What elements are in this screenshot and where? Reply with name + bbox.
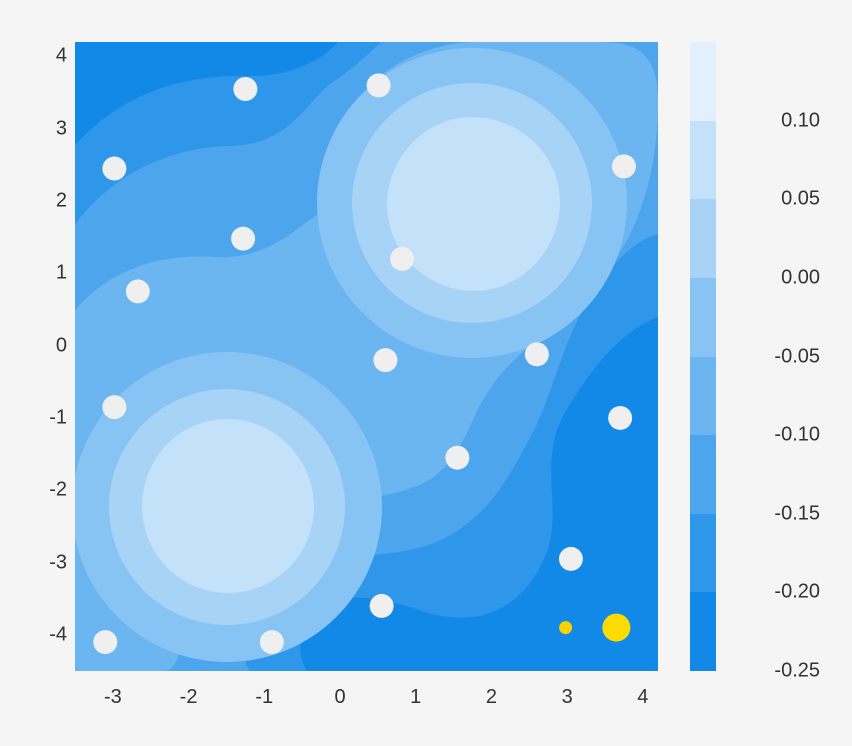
scatter-point xyxy=(367,73,391,97)
scatter-point xyxy=(445,446,469,470)
x-tick-label: -1 xyxy=(239,686,289,709)
colorbar xyxy=(690,42,716,671)
x-tick-label: 4 xyxy=(618,686,668,709)
colorbar-tick-label: -0.10 xyxy=(730,424,820,447)
scatter-point xyxy=(260,630,284,654)
scatter-point xyxy=(370,594,394,618)
y-tick-label: 1 xyxy=(22,262,67,285)
scatter-point xyxy=(608,406,632,430)
y-tick-label: -4 xyxy=(22,623,67,646)
colorbar-segment xyxy=(690,121,716,200)
scatter-point xyxy=(231,227,255,251)
chart-frame: -3 -2 -1 0 1 2 3 4 -4 -3 -2 -1 0 1 2 3 4 0.10 0.05 0.00 -0… xyxy=(0,0,852,746)
x-tick-label: -3 xyxy=(88,686,138,709)
scatter-point xyxy=(559,547,583,571)
scatter-point xyxy=(525,342,549,366)
scatter-point xyxy=(126,279,150,303)
y-tick-label: -3 xyxy=(22,551,67,574)
y-tick-label: 4 xyxy=(22,45,67,68)
colorbar-segment xyxy=(690,592,716,671)
colorbar-tick-label: 0.10 xyxy=(730,109,820,132)
colorbar-segment xyxy=(690,199,716,278)
y-tick-label: 3 xyxy=(22,117,67,140)
contour-level-0.05-lower xyxy=(142,419,314,593)
scatter-point xyxy=(373,348,397,372)
scatter-point xyxy=(559,621,572,634)
x-tick-label: 2 xyxy=(466,686,516,709)
scatter-point xyxy=(93,630,117,654)
x-tick-label: -2 xyxy=(164,686,214,709)
colorbar-segment xyxy=(690,42,716,121)
colorbar-segment xyxy=(690,514,716,593)
colorbar-tick-label: -0.15 xyxy=(730,502,820,525)
colorbar-tick-label: 0.00 xyxy=(730,266,820,289)
y-tick-label: 0 xyxy=(22,334,67,357)
x-tick-label: 1 xyxy=(391,686,441,709)
x-tick-label: 3 xyxy=(542,686,592,709)
colorbar-tick-label: -0.25 xyxy=(730,660,820,683)
colorbar-tick-label: -0.20 xyxy=(730,581,820,604)
y-tick-label: 2 xyxy=(22,190,67,213)
contour-level-0.05-upper xyxy=(387,117,560,291)
colorbar-segment xyxy=(690,357,716,436)
colorbar-segment xyxy=(690,435,716,514)
x-tick-label: 0 xyxy=(315,686,365,709)
scatter-point xyxy=(102,157,126,181)
scatter-point xyxy=(102,395,126,419)
y-tick-label: -1 xyxy=(22,406,67,429)
scatter-point xyxy=(390,247,414,271)
colorbar-tick-label: -0.05 xyxy=(730,345,820,368)
y-tick-label: -2 xyxy=(22,479,67,502)
plot-svg xyxy=(75,42,658,671)
scatter-point xyxy=(233,77,257,101)
scatter-point xyxy=(602,614,630,642)
scatter-point xyxy=(612,154,636,178)
plot-area xyxy=(75,42,658,671)
colorbar-segment xyxy=(690,278,716,357)
colorbar-tick-label: 0.05 xyxy=(730,188,820,211)
